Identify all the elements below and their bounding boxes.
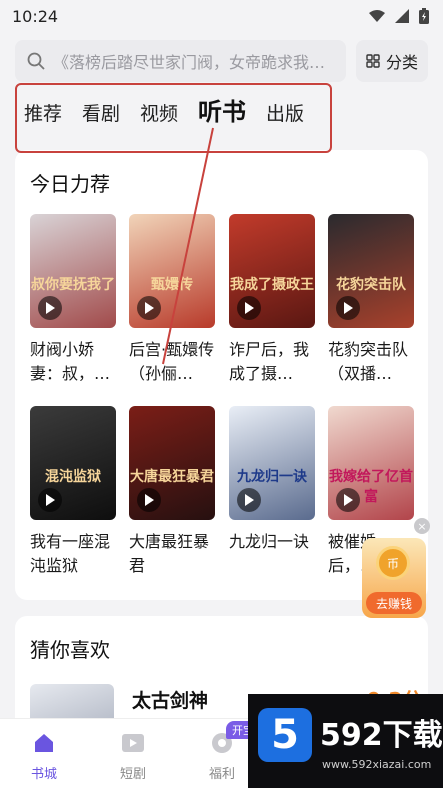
- video-icon: [119, 731, 147, 755]
- coin-icon: 币: [376, 546, 410, 580]
- watermark: 5 592下载 www.592xiazai.com: [248, 694, 443, 788]
- nav-label: 短剧: [119, 767, 146, 782]
- nav-label: 福利: [208, 767, 235, 782]
- home-icon: [30, 731, 58, 755]
- nav-label: 书城: [30, 767, 57, 782]
- watermark-text: 592下载: [320, 718, 443, 753]
- watermark-logo: 5: [258, 708, 312, 762]
- promo-body[interactable]: 币 去赚钱: [362, 538, 426, 618]
- annotation-arrow-line: [162, 127, 214, 365]
- watermark-url: www.592xiazai.com: [322, 758, 432, 771]
- nav-bookstore[interactable]: 书城: [14, 731, 74, 782]
- nav-short-drama[interactable]: 短剧: [103, 731, 163, 782]
- promo-label: 去赚钱: [366, 592, 422, 614]
- close-icon[interactable]: ×: [414, 518, 430, 534]
- earn-money-promo[interactable]: × 币 去赚钱: [362, 518, 430, 620]
